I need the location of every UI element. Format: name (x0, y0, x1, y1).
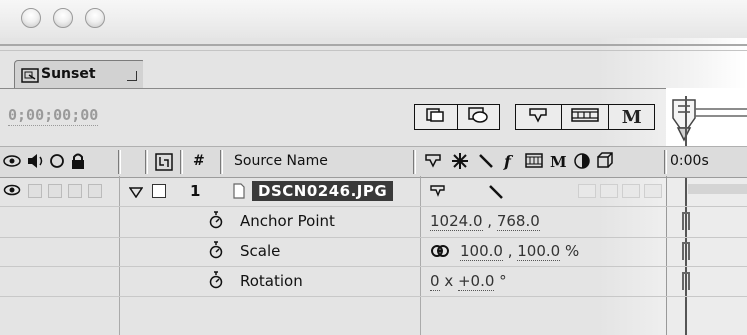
property-value-y[interactable]: 768.0 (496, 212, 540, 231)
close-window-button[interactable] (21, 8, 41, 28)
title-separator-2 (0, 50, 747, 51)
column-divider[interactable] (220, 150, 223, 174)
tab-edge (143, 60, 167, 89)
quality-switch-icon[interactable] (488, 184, 504, 204)
tab-menu-icon[interactable] (127, 71, 137, 81)
draft-3d-button[interactable] (458, 106, 500, 128)
property-value-y[interactable]: 100.0 (517, 242, 561, 261)
row-separator (0, 266, 747, 267)
timeline-area[interactable] (666, 88, 747, 335)
comp-family-button[interactable] (415, 105, 458, 129)
comp-view-buttons-group (414, 104, 500, 130)
current-time-display[interactable]: 0;00;00;00 (8, 106, 99, 126)
row-separator (0, 296, 747, 297)
row-separator (0, 206, 747, 207)
switches-header-icons: f M (424, 151, 660, 175)
column-divider[interactable] (180, 150, 183, 174)
value-separator: x (439, 272, 458, 290)
audio-toggle[interactable] (28, 184, 42, 198)
quality-icon (479, 154, 493, 168)
frame-blend-icon (525, 153, 543, 168)
value-separator: , (482, 212, 497, 230)
label-toggle[interactable] (88, 184, 102, 198)
composition-tab-label: Sunset (41, 66, 96, 82)
column-divider[interactable] (413, 150, 416, 174)
switch-box[interactable] (578, 184, 596, 198)
constrain-proportions-icon[interactable] (430, 243, 450, 263)
timeline-switch-buttons-group: M (515, 104, 655, 130)
label-color-swatch[interactable] (152, 184, 166, 198)
motion-blur-button[interactable]: M (609, 107, 654, 128)
live-update-button[interactable] (516, 105, 562, 129)
column-line (666, 176, 667, 335)
layer-name[interactable]: DSCN0246.JPG (252, 181, 394, 201)
expand-triangle-icon[interactable] (128, 184, 144, 202)
value-suffix: % (560, 242, 580, 260)
property-name: Anchor Point (240, 212, 335, 230)
switch-box[interactable] (622, 184, 640, 198)
zoom-window-button[interactable] (85, 8, 105, 28)
value-suffix: ° (494, 272, 507, 290)
property-value[interactable]: 0 x +0.0 ° (430, 272, 507, 291)
collapse-icon (452, 153, 468, 169)
frame-blending-button[interactable] (562, 105, 610, 129)
keyframe-marker[interactable] (682, 272, 690, 290)
property-name: Rotation (240, 272, 303, 290)
title-separator (0, 44, 747, 46)
lock-toggle[interactable] (68, 184, 82, 198)
layer-number: 1 (190, 182, 201, 200)
stopwatch-icon[interactable] (209, 271, 223, 293)
keyframe-marker[interactable] (682, 212, 690, 230)
motion-blur-icon: M (550, 153, 567, 171)
number-column-header[interactable]: # (193, 153, 205, 169)
comp-family-icon (425, 107, 447, 127)
stopwatch-icon[interactable] (209, 211, 223, 233)
column-line (420, 176, 421, 335)
column-header-row: # Source Name f M 0:00s (0, 146, 747, 178)
title-bar (0, 0, 747, 38)
switch-box[interactable] (600, 184, 618, 198)
property-value[interactable]: 1024.0 , 768.0 (430, 212, 540, 231)
column-divider[interactable] (145, 150, 148, 174)
footage-file-icon (232, 183, 246, 203)
column-divider[interactable] (664, 150, 667, 174)
speaker-icon (28, 154, 37, 168)
composition-icon (21, 68, 39, 87)
rotation-revolutions[interactable]: 0 (430, 272, 440, 291)
effect-icon: f (503, 152, 514, 171)
row-separator (0, 237, 747, 238)
stopwatch-icon[interactable] (209, 241, 223, 263)
time-ruler-graphic (666, 88, 747, 335)
rotation-degrees[interactable]: +0.0 (457, 272, 495, 291)
timeline-window: Sunset 0;00;00;00 M # Source Name f M 0:… (0, 0, 747, 335)
solo-icon (50, 154, 64, 168)
property-value-x[interactable]: 1024.0 (430, 212, 483, 231)
work-area-handle (672, 99, 696, 129)
property-name: Scale (240, 242, 281, 260)
column-divider[interactable] (118, 150, 121, 174)
keyframe-marker[interactable] (682, 242, 690, 260)
switch-box[interactable] (644, 184, 662, 198)
av-features-icons (2, 151, 102, 175)
minimize-window-button[interactable] (53, 8, 73, 28)
value-separator: , (502, 242, 518, 260)
adjustment-icon (574, 153, 590, 169)
live-update-icon (527, 106, 549, 128)
draft-3d-icon (466, 106, 490, 128)
property-value-x[interactable]: 100.0 (460, 242, 503, 261)
eye-icon[interactable] (3, 183, 21, 201)
source-name-column-header[interactable]: Source Name (234, 153, 328, 169)
time-ruler-label: 0:00s (670, 153, 709, 169)
parent-icon (154, 152, 174, 176)
frame-blending-icon (570, 107, 600, 127)
column-line (119, 176, 120, 335)
composition-tab[interactable]: Sunset (14, 60, 146, 89)
3d-icon (597, 152, 613, 168)
solo-toggle[interactable] (48, 184, 62, 198)
tab-strip-line (0, 88, 747, 89)
lock-icon (72, 160, 84, 169)
shy-switch-icon[interactable] (430, 184, 446, 202)
shy-icon (425, 154, 441, 168)
property-value[interactable]: 100.0 , 100.0 % (460, 242, 580, 261)
